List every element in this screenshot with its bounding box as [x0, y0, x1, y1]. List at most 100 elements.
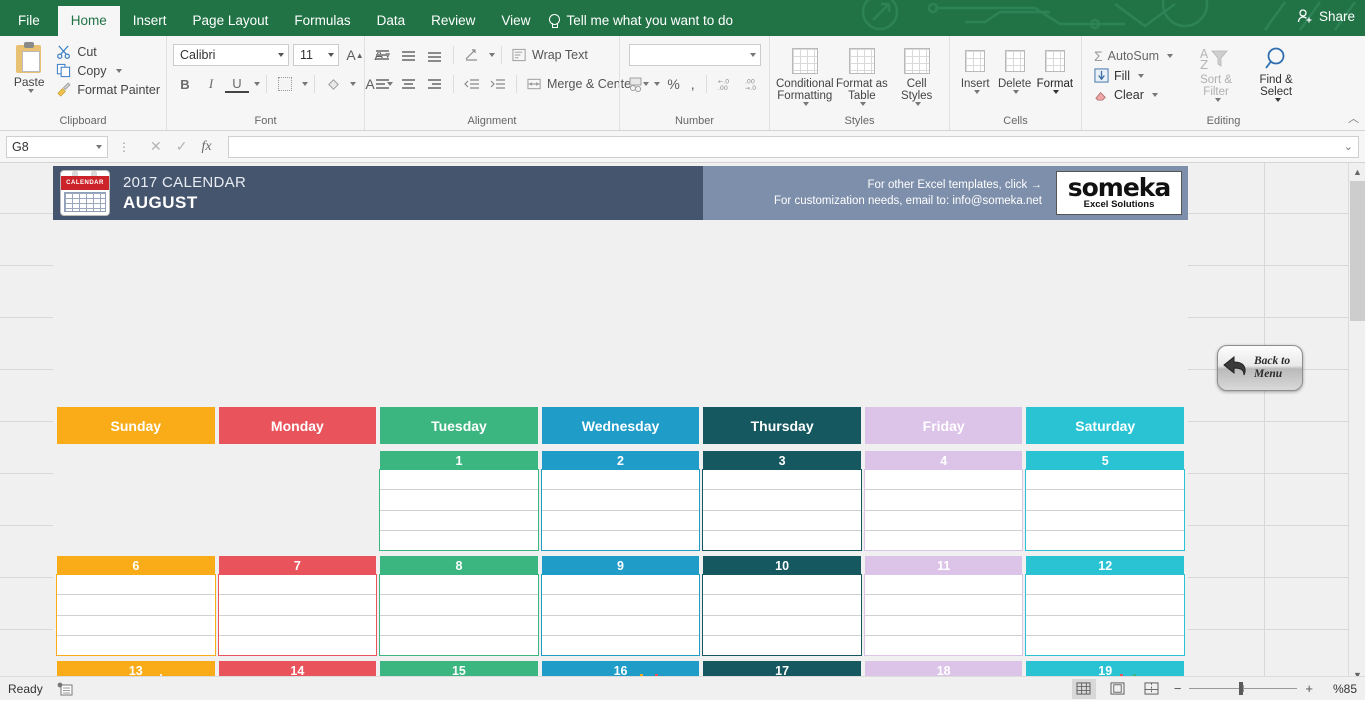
calendar-note-line[interactable] [380, 636, 538, 655]
font-size-select[interactable]: 11 [293, 44, 339, 66]
autosum-button[interactable]: Σ AutoSum [1094, 48, 1173, 64]
calendar-day-notes[interactable] [380, 470, 538, 550]
calendar-note-line[interactable] [703, 636, 861, 655]
cancel-entry-icon[interactable]: ✕ [150, 138, 162, 155]
tell-me-box[interactable]: Tell me what you want to do [543, 6, 741, 36]
autosum-caret[interactable] [1167, 54, 1173, 58]
calendar-note-line[interactable] [1026, 511, 1184, 531]
zoom-knob[interactable] [1239, 682, 1243, 695]
vertical-scrollbar-thumb[interactable] [1350, 181, 1365, 321]
calendar-note-line[interactable] [542, 595, 700, 615]
fill-color-button[interactable] [321, 73, 345, 95]
calendar-note-line[interactable] [380, 490, 538, 510]
calendar-day-notes[interactable] [865, 575, 1023, 655]
calendar-note-line[interactable] [542, 636, 700, 655]
calendar-note-line[interactable] [380, 616, 538, 636]
confirm-entry-icon[interactable]: ✓ [176, 138, 188, 155]
underline-button[interactable]: U [225, 75, 249, 93]
calendar-day-cell-3[interactable]: 3 [703, 451, 861, 550]
italic-button[interactable]: I [199, 73, 223, 95]
accounting-dropdown-caret[interactable] [654, 82, 660, 86]
align-left-button[interactable] [371, 73, 395, 95]
decrease-decimal-button[interactable]: .00 →.0 [741, 73, 765, 95]
conditional-formatting-caret[interactable] [803, 102, 809, 106]
calendar-note-line[interactable] [219, 595, 377, 615]
calendar-note-line[interactable] [703, 511, 861, 531]
calendar-note-line[interactable] [1026, 636, 1184, 655]
zoom-level-label[interactable]: %85 [1323, 682, 1357, 696]
page-layout-view-button[interactable] [1106, 679, 1130, 699]
orientation-button[interactable] [460, 44, 484, 66]
calendar-note-line[interactable] [542, 470, 700, 490]
name-box[interactable]: G8 [6, 136, 108, 158]
align-center-button[interactable] [397, 73, 421, 95]
format-cells-button[interactable]: Format [1035, 44, 1075, 94]
calendar-note-line[interactable] [542, 531, 700, 550]
calendar-note-line[interactable] [380, 470, 538, 490]
vertical-scrollbar[interactable]: ▲ ▼ [1348, 163, 1365, 683]
calendar-note-line[interactable] [703, 490, 861, 510]
find-select-caret[interactable] [1275, 98, 1281, 102]
calendar-note-line[interactable] [57, 636, 215, 655]
calendar-note-line[interactable] [1026, 490, 1184, 510]
zoom-slider[interactable]: − + [1174, 681, 1313, 696]
calendar-note-line[interactable] [703, 595, 861, 615]
calendar-note-line[interactable] [542, 490, 700, 510]
zoom-in-button[interactable]: + [1305, 681, 1313, 696]
sort-filter-caret[interactable] [1215, 98, 1221, 102]
calendar-note-line[interactable] [219, 575, 377, 595]
calendar-day-cell-9[interactable]: 9 [542, 556, 700, 655]
ribbon-tab-formulas[interactable]: Formulas [281, 6, 363, 36]
calendar-note-line[interactable] [57, 595, 215, 615]
insert-function-icon[interactable]: fx [201, 139, 211, 155]
clear-button[interactable]: Clear [1094, 87, 1173, 102]
wrap-text-button[interactable]: Wrap Text [508, 44, 592, 66]
calendar-day-cell-10[interactable]: 10 [703, 556, 861, 655]
calendar-day-notes[interactable] [542, 470, 700, 550]
calendar-note-line[interactable] [865, 470, 1023, 490]
calendar-note-line[interactable] [380, 595, 538, 615]
calendar-note-line[interactable] [865, 511, 1023, 531]
calendar-note-line[interactable] [380, 511, 538, 531]
accounting-format-button[interactable] [624, 73, 648, 95]
calendar-note-line[interactable] [1026, 470, 1184, 490]
paste-button[interactable]: Paste [6, 40, 52, 93]
calendar-note-line[interactable] [703, 575, 861, 595]
back-to-menu-button[interactable]: Back to Menu [1217, 345, 1303, 391]
calendar-note-line[interactable] [57, 616, 215, 636]
calendar-day-notes[interactable] [703, 470, 861, 550]
fill-button[interactable]: Fill [1094, 68, 1173, 83]
format-as-table-caret[interactable] [860, 102, 866, 106]
format-painter-button[interactable]: Format Painter [56, 82, 160, 97]
format-as-table-button[interactable]: Format as Table [836, 44, 889, 106]
bold-button[interactable]: B [173, 73, 197, 95]
collapse-ribbon-button[interactable]: ︿ [1348, 110, 1359, 126]
calendar-day-cell-12[interactable]: 12 [1026, 556, 1184, 655]
calendar-note-line[interactable] [219, 616, 377, 636]
calendar-note-line[interactable] [865, 575, 1023, 595]
align-top-button[interactable] [371, 44, 395, 66]
share-button[interactable]: Share [1297, 8, 1355, 24]
comma-style-button[interactable]: , [687, 76, 699, 92]
ribbon-tab-page-layout[interactable]: Page Layout [180, 6, 282, 36]
copy-dropdown-caret[interactable] [116, 69, 122, 73]
conditional-formatting-button[interactable]: Conditional Formatting [776, 44, 834, 106]
calendar-day-cell-8[interactable]: 8 [380, 556, 538, 655]
calendar-note-line[interactable] [542, 511, 700, 531]
calendar-note-line[interactable] [542, 575, 700, 595]
delete-cells-button[interactable]: Delete [994, 44, 1034, 94]
calendar-day-notes[interactable] [57, 575, 215, 655]
calendar-note-line[interactable] [380, 531, 538, 550]
calendar-day-cell-4[interactable]: 4 [865, 451, 1023, 550]
calendar-note-line[interactable] [865, 595, 1023, 615]
calendar-note-line[interactable] [1026, 616, 1184, 636]
calendar-day-notes[interactable] [380, 575, 538, 655]
calendar-day-cell-5[interactable]: 5 [1026, 451, 1184, 550]
align-bottom-button[interactable] [423, 44, 447, 66]
calendar-day-notes[interactable] [219, 575, 377, 655]
underline-dropdown-caret[interactable] [254, 82, 260, 86]
calendar-day-cell-7[interactable]: 7 [219, 556, 377, 655]
page-break-view-button[interactable] [1140, 679, 1164, 699]
number-format-select[interactable] [629, 44, 761, 66]
calendar-day-notes[interactable] [542, 575, 700, 655]
